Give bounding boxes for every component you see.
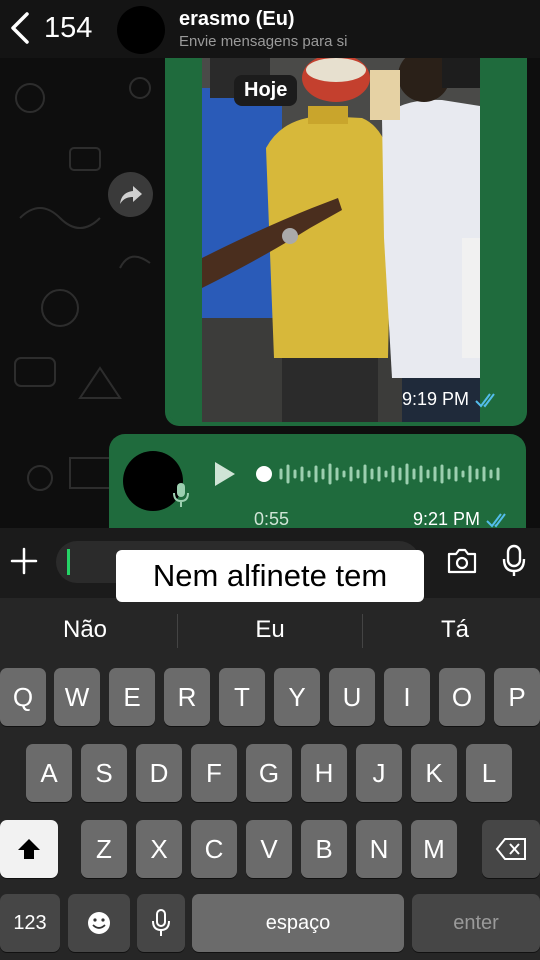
- contact-subtitle: Envie mensagens para si: [179, 33, 348, 50]
- key-r[interactable]: R: [164, 668, 210, 726]
- key-b[interactable]: B: [301, 820, 347, 878]
- read-ticks-icon: [486, 512, 506, 528]
- image-time-label: 9:19 PM: [401, 389, 469, 409]
- back-button[interactable]: 154: [8, 10, 92, 46]
- contact-avatar[interactable]: [117, 6, 165, 54]
- key-s[interactable]: S: [81, 744, 127, 802]
- suggestion-3[interactable]: Tá: [370, 616, 540, 644]
- key-o[interactable]: O: [439, 668, 485, 726]
- key-a[interactable]: A: [26, 744, 72, 802]
- numbers-key[interactable]: 123: [0, 894, 60, 952]
- chat-area[interactable]: 9:19 PM Hoje 0:55 9:21 PM: [0, 58, 540, 528]
- enter-key[interactable]: enter: [412, 894, 540, 952]
- key-m[interactable]: M: [411, 820, 457, 878]
- contact-name[interactable]: erasmo (Eu): [179, 8, 295, 31]
- key-k[interactable]: K: [411, 744, 457, 802]
- key-n[interactable]: N: [356, 820, 402, 878]
- image-message[interactable]: 9:19 PM: [165, 58, 527, 426]
- key-v[interactable]: V: [246, 820, 292, 878]
- forward-button[interactable]: [108, 172, 153, 217]
- date-pill: Hoje: [234, 75, 298, 106]
- key-t[interactable]: T: [219, 668, 265, 726]
- keyboard: Não Eu Tá Q W E R T Y U I O P A S D F G …: [0, 598, 540, 960]
- shift-key[interactable]: [0, 820, 58, 878]
- caption-overlay: Nem alfinete tem: [116, 550, 424, 602]
- key-y[interactable]: Y: [274, 668, 320, 726]
- key-f[interactable]: F: [191, 744, 237, 802]
- key-p[interactable]: P: [494, 668, 540, 726]
- image-message-time: 9:19 PM: [402, 389, 501, 410]
- key-z[interactable]: Z: [81, 820, 127, 878]
- audio-duration: 0:55: [254, 509, 290, 528]
- shift-icon: [18, 839, 40, 859]
- forward-arrow-icon: [119, 185, 142, 204]
- emoji-icon: [88, 912, 110, 934]
- crowd-photo-illustration: [202, 58, 480, 422]
- suggestion-bar: Não Eu Tá: [0, 598, 540, 664]
- mic-button[interactable]: [502, 544, 526, 578]
- camera-icon[interactable]: [446, 548, 478, 574]
- dictation-mic-icon: [152, 909, 170, 936]
- key-x[interactable]: X: [136, 820, 182, 878]
- suggestion-divider: [362, 614, 363, 648]
- chevron-left-icon: [11, 12, 29, 44]
- key-j[interactable]: J: [356, 744, 402, 802]
- key-i[interactable]: I: [384, 668, 430, 726]
- microphone-icon: [173, 483, 189, 507]
- key-e[interactable]: E: [109, 668, 155, 726]
- key-q[interactable]: Q: [0, 668, 46, 726]
- key-d[interactable]: D: [136, 744, 182, 802]
- text-cursor: [67, 549, 70, 575]
- audio-seek-handle[interactable]: [256, 466, 272, 482]
- dictation-key[interactable]: [137, 894, 185, 952]
- chat-header: 154 erasmo (Eu) Envie mensagens para si: [0, 0, 540, 58]
- key-u[interactable]: U: [329, 668, 375, 726]
- suggestion-1[interactable]: Não: [0, 616, 170, 644]
- key-w[interactable]: W: [54, 668, 100, 726]
- photo-crowd[interactable]: [202, 58, 480, 422]
- play-icon[interactable]: [213, 460, 237, 488]
- key-g[interactable]: G: [246, 744, 292, 802]
- read-ticks-icon: [475, 392, 495, 408]
- backspace-icon: [495, 838, 526, 860]
- unread-count: 154: [44, 11, 93, 44]
- key-h[interactable]: H: [301, 744, 347, 802]
- emoji-key[interactable]: [68, 894, 130, 952]
- suggestion-2[interactable]: Eu: [185, 616, 355, 644]
- audio-waveform[interactable]: [277, 456, 507, 492]
- suggestion-divider: [177, 614, 178, 648]
- audio-message[interactable]: 0:55 9:21 PM: [109, 434, 526, 528]
- space-key[interactable]: espaço: [192, 894, 404, 952]
- key-l[interactable]: L: [466, 744, 512, 802]
- plus-icon[interactable]: [8, 545, 40, 577]
- audio-time-label: 9:21 PM: [412, 509, 480, 528]
- backspace-key[interactable]: [482, 820, 540, 878]
- key-c[interactable]: C: [191, 820, 237, 878]
- audio-message-time: 9:21 PM: [413, 509, 512, 528]
